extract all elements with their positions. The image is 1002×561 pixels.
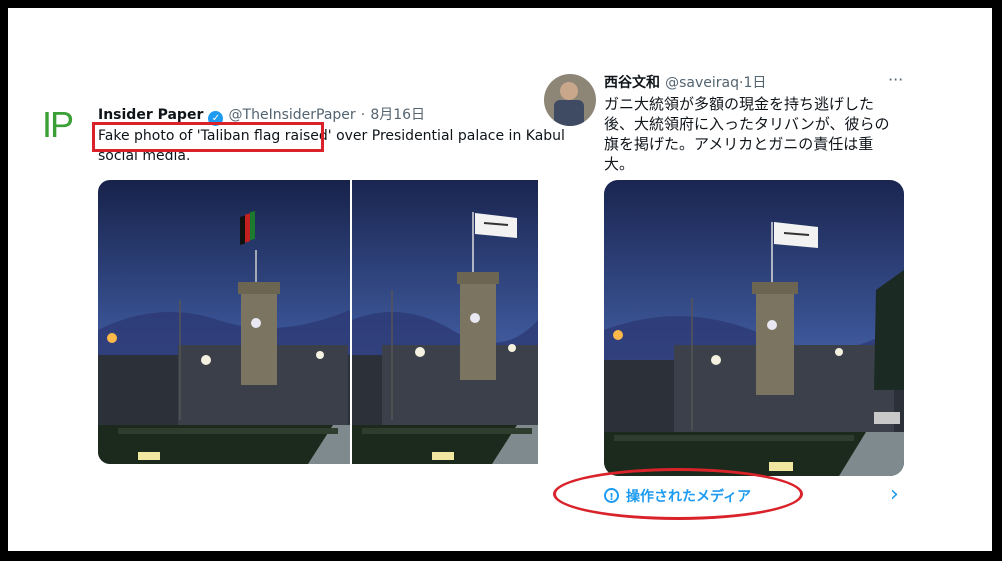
tweet-text-line1-rest: over Presidential palace in Kabul bbox=[331, 128, 565, 144]
avatar-body bbox=[554, 100, 584, 126]
photo-afghan-flag[interactable] bbox=[98, 180, 350, 464]
author-name[interactable]: Insider Paper bbox=[98, 107, 203, 123]
separator-dot: · bbox=[360, 107, 366, 123]
tweet-time[interactable]: 1日 bbox=[743, 75, 766, 91]
avatar-logo-text: IP bbox=[42, 104, 74, 145]
screenshot-frame: IP Insider Paper ✓ @TheInsiderPaper · 8月… bbox=[8, 8, 992, 551]
right-tweet[interactable]: 西谷文和 @saveiraq·1日 ··· ガニ大統領が多額の現金を持ち逃げした… bbox=[538, 8, 992, 551]
left-tweet[interactable]: IP Insider Paper ✓ @TheInsiderPaper · 8月… bbox=[8, 8, 565, 551]
avatar-figure bbox=[560, 82, 578, 100]
chevron-right-icon[interactable]: › bbox=[890, 482, 899, 507]
more-options-icon[interactable]: ··· bbox=[888, 70, 903, 89]
tweet-date[interactable]: 8月16日 bbox=[370, 107, 425, 123]
tweet-text-line: 大。 bbox=[604, 155, 635, 173]
nishitani-avatar[interactable] bbox=[544, 74, 596, 126]
red-highlight-box bbox=[92, 122, 324, 152]
photo-taliban-flag-left[interactable] bbox=[352, 180, 538, 464]
insider-paper-avatar[interactable]: IP bbox=[40, 104, 80, 146]
tweet-text-line: 旗を掲げた。アメリカとガニの責任は重 bbox=[604, 135, 874, 153]
photo-taliban-flag-right[interactable] bbox=[604, 180, 904, 476]
tweet-text-line: ガニ大統領が多額の現金を持ち逃げした bbox=[604, 95, 875, 113]
author-handle[interactable]: @saveiraq bbox=[665, 75, 739, 91]
author-name[interactable]: 西谷文和 bbox=[604, 75, 660, 91]
red-highlight-ellipse bbox=[553, 468, 803, 520]
tweet-text: ガニ大統領が多額の現金を持ち逃げした 後、大統領府に入ったタリバンが、彼らの 旗… bbox=[604, 94, 904, 174]
tweet-text-line: 後、大統領府に入ったタリバンが、彼らの bbox=[604, 115, 890, 133]
author-handle[interactable]: @TheInsiderPaper bbox=[229, 107, 356, 123]
tweet-header: 西谷文和 @saveiraq·1日 bbox=[604, 72, 766, 92]
